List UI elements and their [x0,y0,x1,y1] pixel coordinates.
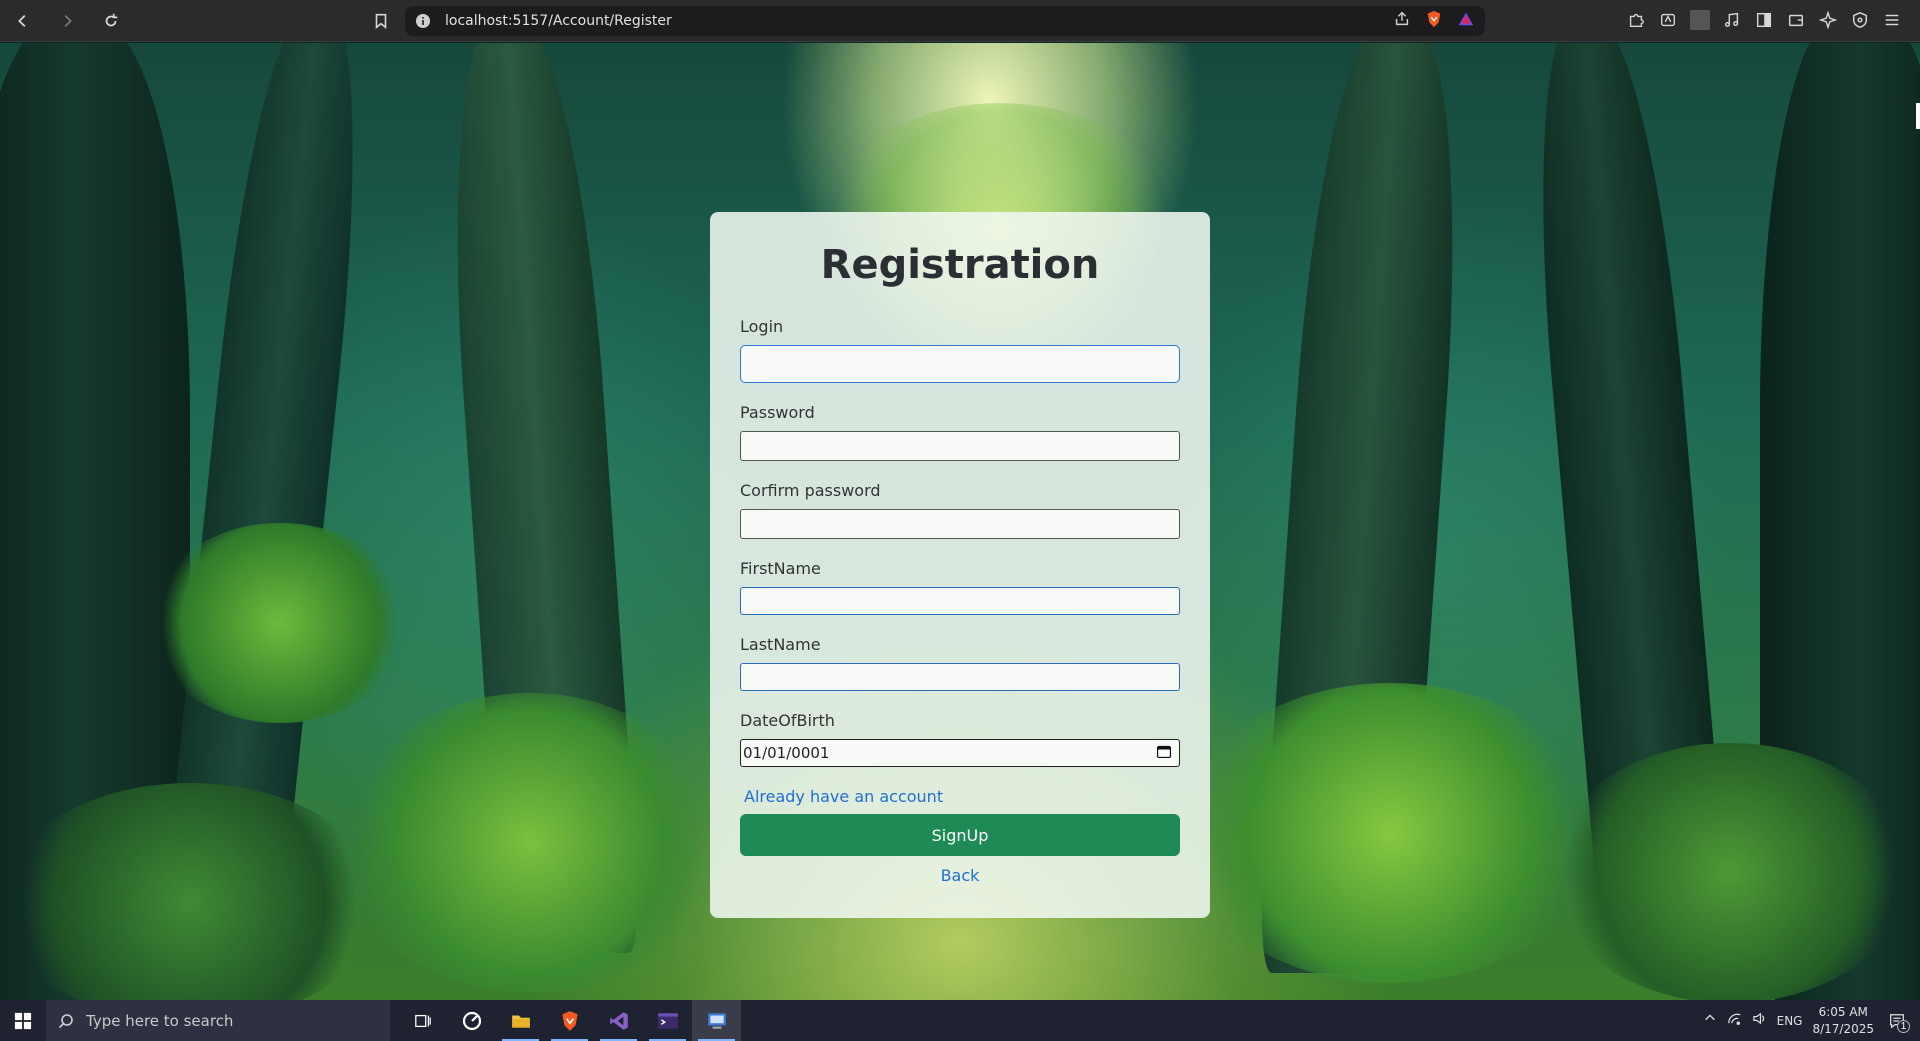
back-link[interactable]: Back [710,866,1210,885]
dob-label: DateOfBirth [740,711,835,730]
toolbar-divider [1690,10,1710,30]
registration-card: Registration Login Password Corfirm pass… [710,212,1210,918]
browser-toolbar: localhost:5157/Account/Register [0,0,1920,42]
search-placeholder[interactable]: Type here to search [86,1012,233,1030]
confirm-password-input[interactable] [740,509,1180,539]
clock-time: 6:05 AM [1818,1004,1868,1019]
site-info-icon[interactable] [415,13,431,29]
notification-center-icon[interactable]: 1 [1884,1008,1910,1034]
forest-background: Registration Login Password Corfirm pass… [0,43,1920,1000]
chevron-up-icon[interactable] [1703,1011,1717,1030]
leo-ai-icon[interactable] [1818,10,1838,30]
reload-icon[interactable] [96,6,126,36]
network-icon[interactable] [1727,1011,1742,1031]
task-view-icon[interactable] [398,1000,447,1041]
calendar-icon[interactable] [1156,745,1172,759]
vpn-shield-icon[interactable] [1850,10,1870,30]
wallet-icon[interactable] [1786,10,1806,30]
password-input[interactable] [740,431,1180,461]
dob-value[interactable]: 01/01/0001 [743,744,829,762]
windows-taskbar: Type here to search ENG 6:05 AM 8/17/202… [0,1000,1920,1041]
translate-icon[interactable] [1658,10,1678,30]
extensions-icon[interactable] [1626,10,1646,30]
notification-badge: 1 [1897,1019,1910,1033]
share-icon[interactable] [1393,10,1411,33]
confirm-password-label: Corfirm password [740,481,881,500]
system-tray: ENG 6:05 AM 8/17/2025 1 [1703,1000,1920,1041]
brave-rewards-icon[interactable] [1457,10,1475,33]
visual-studio-icon[interactable] [594,1000,643,1041]
foliage [150,523,410,723]
firstname-input[interactable] [740,587,1180,615]
signup-button[interactable]: SignUp [740,814,1180,856]
firstname-label: FirstName [740,559,821,578]
url-text[interactable]: localhost:5157/Account/Register [445,13,672,29]
password-label: Password [740,403,815,422]
login-label: Login [740,317,784,336]
foliage [1550,743,1910,1000]
scrollbar-thumb[interactable] [1916,103,1920,129]
login-input[interactable] [740,345,1180,383]
address-bar[interactable]: localhost:5157/Account/Register [405,6,1485,36]
remote-desktop-icon[interactable] [692,1000,741,1041]
clock[interactable]: 6:05 AM 8/17/2025 [1812,1004,1874,1038]
brave-shields-icon[interactable] [1425,10,1443,33]
bookmark-icon[interactable] [366,6,396,36]
forward-arrow-icon[interactable] [52,6,82,36]
lastname-label: LastName [740,635,821,654]
dob-date-input[interactable]: 01/01/0001 [740,739,1180,767]
foliage [340,693,720,993]
lastname-input[interactable] [740,663,1180,691]
sidebar-icon[interactable] [1754,10,1774,30]
language-indicator[interactable]: ENG [1777,1014,1803,1028]
page-title: Registration [820,242,1100,288]
media-icon[interactable] [1722,10,1742,30]
already-have-account-link[interactable]: Already have an account [744,787,943,806]
foliage [1180,683,1600,983]
terminal-icon[interactable] [643,1000,692,1041]
search-icon [58,1013,73,1028]
clock-date: 8/17/2025 [1812,1021,1874,1036]
volume-icon[interactable] [1752,1011,1767,1031]
menu-icon[interactable] [1882,10,1902,30]
taskbar-search-box[interactable]: Type here to search [46,1000,390,1041]
file-explorer-icon[interactable] [496,1000,545,1041]
windows-start-icon[interactable] [0,1000,46,1041]
app-circle-icon[interactable] [447,1000,496,1041]
brave-browser-icon[interactable] [545,1000,594,1041]
back-arrow-icon[interactable] [8,6,38,36]
